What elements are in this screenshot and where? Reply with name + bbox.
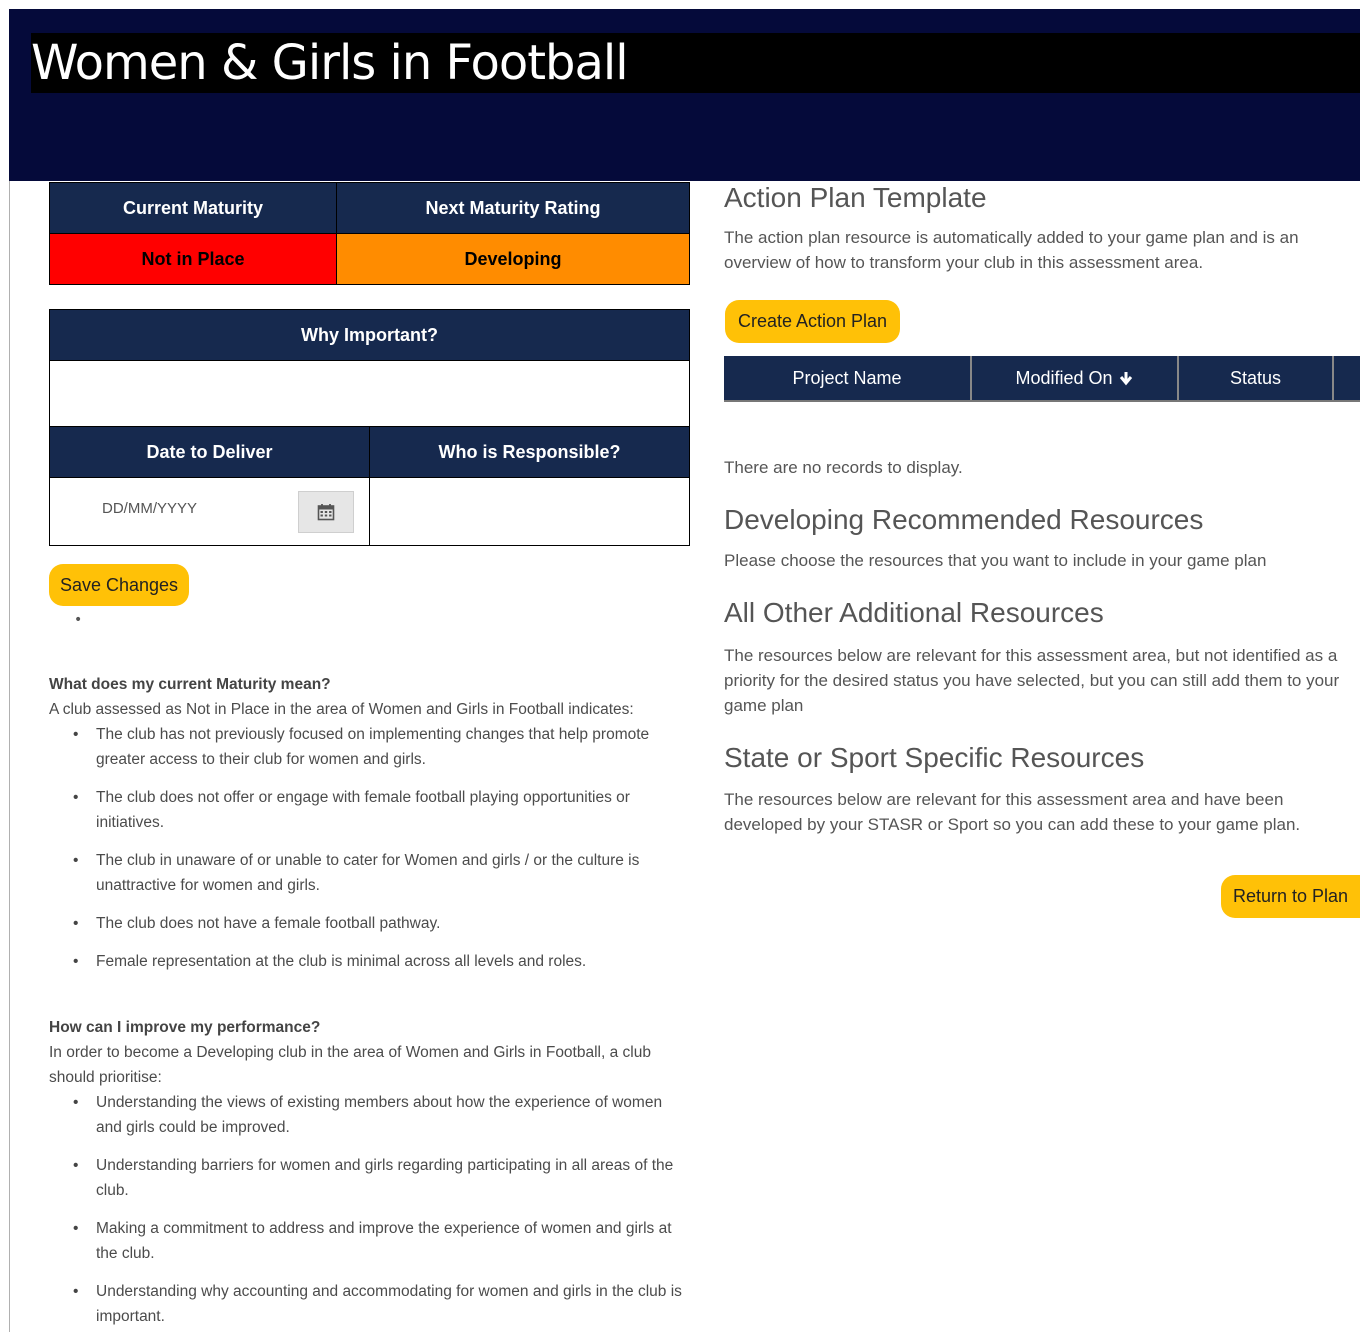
page-banner: Women & Girls in Football [9,9,1360,181]
column-modified-on[interactable]: Modified On [972,356,1179,400]
why-important-field[interactable] [49,360,690,427]
developing-resources-text: Please choose the resources that you wan… [724,551,1267,570]
why-important-header: Why Important? [49,309,690,361]
date-input[interactable]: DD/MM/YYYY [102,500,197,517]
list-item: Understanding the views of existing memb… [49,1090,691,1140]
maturity-table: Current Maturity Next Maturity Rating No… [49,182,690,285]
who-responsible-field[interactable] [369,477,690,546]
list-item: Making a commitment to address and impro… [49,1216,691,1266]
improve-heading: How can I improve my performance? [49,1019,321,1036]
arrow-down-icon [1119,372,1132,386]
list-item: Understanding why accounting and accommo… [49,1279,691,1329]
other-resources-heading: All Other Additional Resources [724,597,1104,628]
action-plan-description: The action plan resource is automaticall… [724,228,1299,272]
return-to-plan-button[interactable]: Return to Plan [1221,875,1360,918]
list-item: The club does not offer or engage with f… [49,785,691,835]
current-maturity-heading: What does my current Maturity mean? [49,676,331,693]
date-to-deliver-header: Date to Deliver [49,426,370,478]
list-item: The club in unaware of or unable to cate… [49,848,691,898]
no-records-text: There are no records to display. [724,458,963,477]
next-maturity-value: Developing [336,233,690,285]
state-resources-heading: State or Sport Specific Resources [724,742,1145,773]
action-plan-heading-block: Action Plan Template [724,182,1360,214]
action-form-table: Why Important? Date to Deliver Who is Re… [49,309,690,546]
list-item: The club has not previously focused on i… [49,722,691,772]
page-title: Women & Girls in Football [31,33,1360,93]
column-extra [1334,356,1360,400]
current-maturity-value: Not in Place [49,233,337,285]
column-status[interactable]: Status [1179,356,1334,400]
action-plan-grid-header: Project Name Modified On Status [724,356,1360,402]
save-changes-button[interactable]: Save Changes [49,564,189,606]
create-action-plan-button[interactable]: Create Action Plan [725,300,900,343]
next-maturity-header: Next Maturity Rating [336,182,690,234]
improve-list: Understanding the views of existing memb… [49,1090,691,1329]
empty-bullet: • [74,612,83,628]
improve-section: How can I improve my performance? In ord… [49,1015,691,1332]
developing-resources-heading: Developing Recommended Resources [724,504,1204,535]
improve-intro: In order to become a Developing club in … [49,1044,651,1086]
current-maturity-section: What does my current Maturity mean? A cl… [49,672,691,987]
calendar-icon [317,504,335,521]
current-maturity-list: The club has not previously focused on i… [49,722,691,974]
date-to-deliver-cell: DD/MM/YYYY [49,477,370,546]
other-resources-text: The resources below are relevant for thi… [724,646,1340,715]
action-plan-heading: Action Plan Template [724,182,987,213]
who-responsible-header: Who is Responsible? [369,426,690,478]
column-project-name[interactable]: Project Name [724,356,972,400]
state-resources-text: The resources below are relevant for thi… [724,790,1301,834]
list-item: Understanding barriers for women and gir… [49,1153,691,1203]
list-item: The club does not have a female football… [49,911,691,936]
list-item: Female representation at the club is min… [49,949,691,974]
current-maturity-header: Current Maturity [49,182,337,234]
current-maturity-intro: A club assessed as Not in Place in the a… [49,701,634,718]
calendar-button[interactable] [298,491,354,533]
